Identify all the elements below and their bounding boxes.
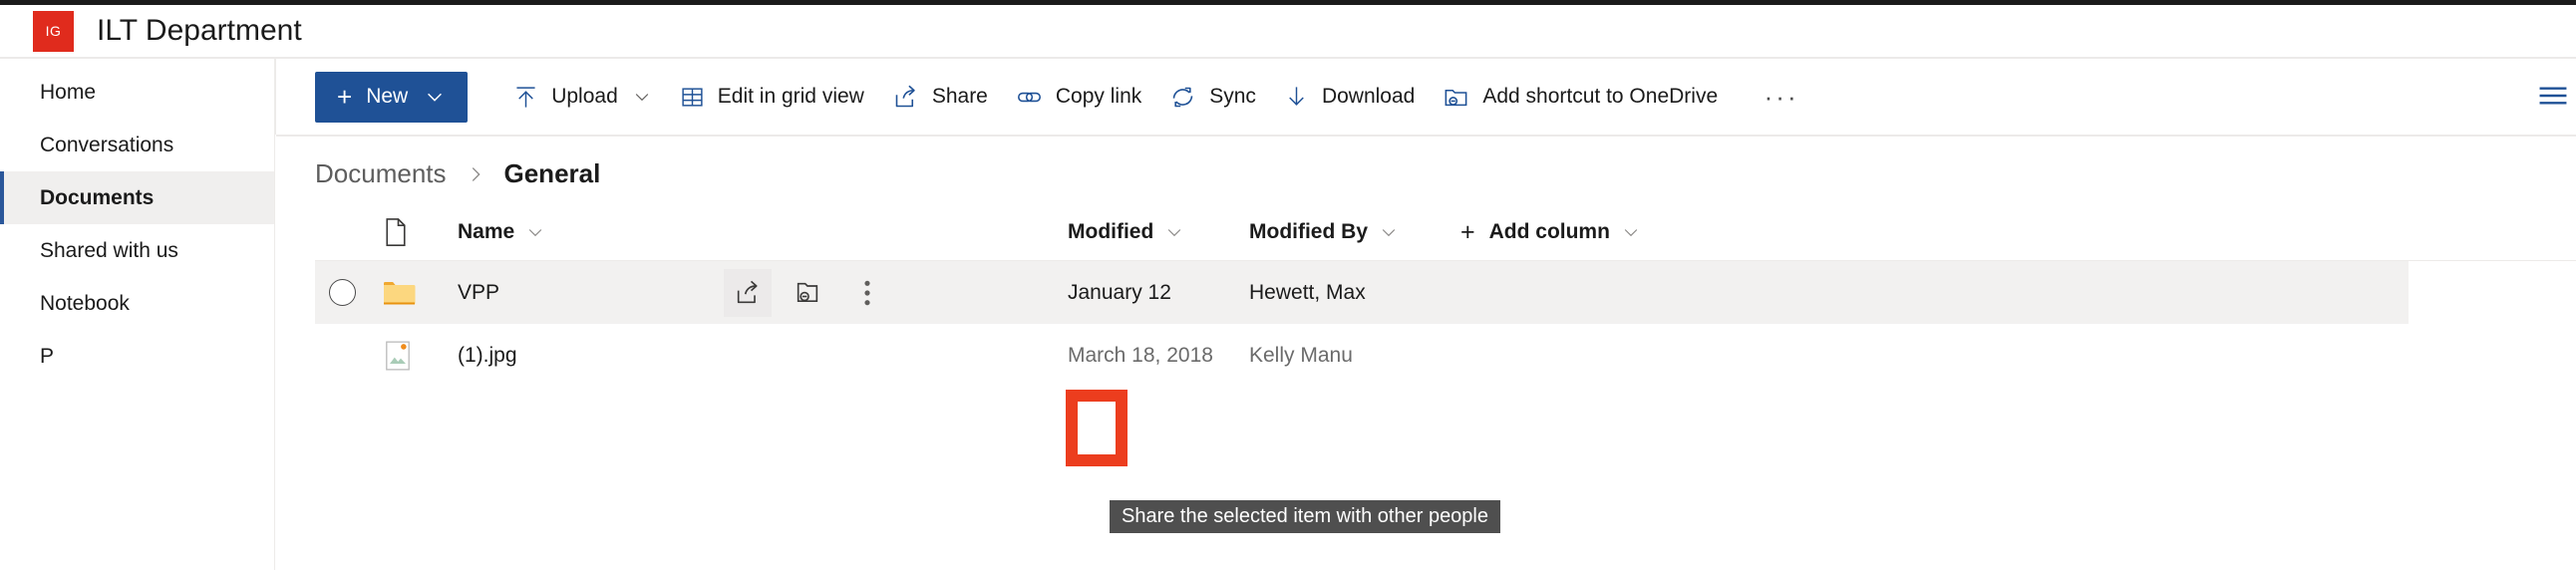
sidebar-item-conversations[interactable]: Conversations [0,119,274,171]
chevron-down-icon [1379,222,1399,242]
add-shortcut-label: Add shortcut to OneDrive [1482,85,1719,108]
row-name-label[interactable]: VPP [458,281,724,305]
copy-link-icon [1016,84,1043,111]
row-modified-by-value: Hewett, Max [1249,280,1366,304]
row-share-icon[interactable] [724,268,772,317]
column-header-modified-by[interactable]: Modified By [1249,220,1460,244]
upload-button[interactable]: Upload [499,72,666,123]
list-view-icon[interactable] [2536,81,2570,111]
column-header-modified[interactable]: Modified [1068,220,1249,244]
sidebar-item-pages[interactable]: P [0,330,274,383]
chevron-down-icon [424,86,446,108]
add-column-button[interactable]: + Add column [1460,217,1641,246]
row-more-actions-icon[interactable] [843,269,891,317]
breadcrumb-documents[interactable]: Documents [315,158,447,189]
chevron-down-icon [1164,222,1184,242]
add-column-label: Add column [1488,220,1610,243]
column-header-label: Modified [1068,220,1154,243]
site-header: IG ILT Department [0,5,2576,57]
table-row[interactable]: VPP January 12 Hewett, Max [315,261,2409,324]
row-modified-value: January 12 [1068,280,1171,304]
new-button-label: New [366,85,409,108]
image-file-icon [383,340,458,372]
sidebar: Home Conversations Documents Shared with… [0,59,275,570]
download-button[interactable]: Download [1270,72,1429,123]
share-label: Share [931,85,988,108]
edit-in-grid-view-button[interactable]: Edit in grid view [666,72,878,123]
sidebar-item-label: Conversations [40,133,174,156]
download-label: Download [1321,85,1416,108]
command-bar: + New Upload Edit in grid view Share Cop… [276,59,2576,135]
sidebar-item-notebook[interactable]: Notebook [0,277,274,330]
sidebar-item-home[interactable]: Home [0,66,274,119]
site-logo: IG [33,10,74,52]
table-row[interactable]: (1).jpg March 18, 2018 Kelly Manu [315,324,2409,387]
checkbox-circle-icon [329,279,356,306]
share-icon [892,84,919,111]
chevron-down-icon [1621,222,1641,242]
add-shortcut-icon [1443,84,1469,111]
chevron-down-icon [525,222,545,242]
grid-view-icon [680,85,705,110]
plus-icon: + [337,82,353,112]
document-icon[interactable] [383,217,458,247]
download-icon [1284,85,1309,110]
copy-link-button[interactable]: Copy link [1002,72,1155,123]
row-copy-link-icon[interactable] [784,269,831,317]
plus-icon: + [1460,217,1475,246]
sidebar-item-label: Notebook [40,291,130,315]
tooltip: Share the selected item with other peopl… [1110,500,1500,533]
column-header-name[interactable]: Name [458,220,1068,244]
sync-icon [1169,84,1196,111]
chevron-down-icon [632,87,652,107]
list-header-row: Name Modified Modified By + Add column [315,204,2576,260]
share-button[interactable]: Share [878,72,1002,123]
copy-link-label: Copy link [1055,85,1142,108]
row-checkbox[interactable] [315,279,383,306]
column-header-label: Modified By [1249,220,1368,243]
more-commands-button[interactable]: ··· [1754,72,1809,123]
edit-in-grid-view-label: Edit in grid view [717,85,864,108]
sync-button[interactable]: Sync [1155,72,1270,123]
sidebar-item-documents[interactable]: Documents [0,171,274,224]
sidebar-item-label: Home [40,80,97,104]
chevron-right-icon [465,163,486,185]
page-title: ILT Department [97,14,302,47]
sync-label: Sync [1209,85,1256,108]
row-modified-value: March 18, 2018 [1068,343,1213,367]
breadcrumb: Documents General [315,158,2576,189]
row-name-label[interactable]: (1).jpg [458,344,724,368]
column-header-label: Name [458,220,515,243]
folder-icon [383,279,458,307]
sidebar-item-label: P [40,344,55,368]
upload-label: Upload [551,85,618,108]
breadcrumb-current: General [503,158,601,188]
upload-icon [513,85,538,110]
new-button[interactable]: + New [315,71,469,123]
row-modified-by-value: Kelly Manu [1249,343,1353,367]
row-actions [724,268,1068,317]
sidebar-item-label: Shared with us [40,238,178,262]
add-shortcut-to-onedrive-button[interactable]: Add shortcut to OneDrive [1429,72,1732,123]
sidebar-item-label: Documents [40,185,155,209]
sidebar-item-shared-with-us[interactable]: Shared with us [0,224,274,277]
